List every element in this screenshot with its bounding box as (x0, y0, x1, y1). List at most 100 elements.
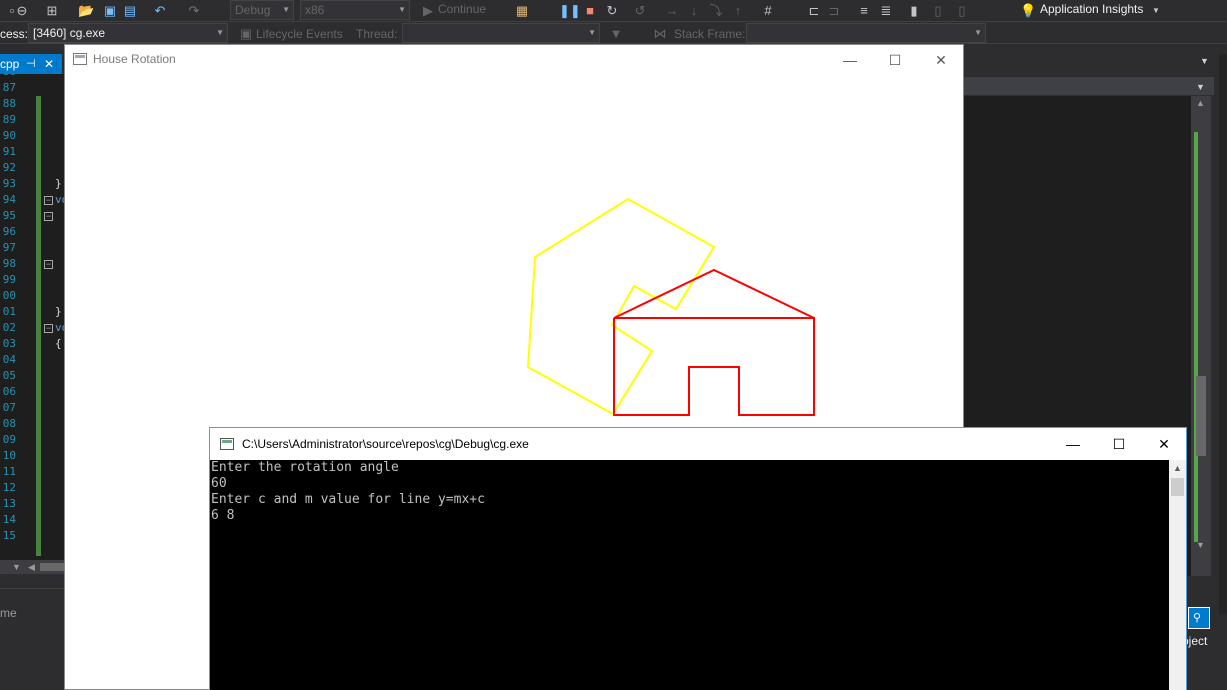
chevron-down-icon[interactable]: ▼ (12, 560, 21, 574)
editor-vertical-scrollbar[interactable]: ▲ ▼ (1191, 96, 1211, 576)
minimize-button[interactable]: — (835, 49, 865, 71)
panel-column-label: me (0, 606, 17, 620)
side-scrollbar[interactable] (1219, 54, 1227, 614)
pin-icon[interactable]: ⊣ (26, 54, 36, 74)
chevron-down-icon: ▼ (588, 28, 596, 37)
scroll-left-icon[interactable]: ◀ (28, 560, 35, 574)
line-number: 02 (2, 321, 16, 334)
redo-icon[interactable]: ↷ (186, 3, 202, 19)
continue-icon[interactable]: ▶ (420, 3, 436, 19)
editor-horizontal-scrollbar[interactable]: ▼ ◀ (0, 560, 64, 574)
navigation-bar[interactable] (964, 77, 1214, 95)
console-output[interactable]: Enter the rotation angle 60 Enter c and … (210, 460, 1169, 690)
chevron-down-icon: ▼ (216, 28, 224, 37)
line-number: 08 (2, 417, 16, 430)
filter-toggle-button[interactable]: ⚲ (1188, 607, 1210, 629)
uncomment-icon[interactable]: ≣ (878, 3, 894, 19)
platform-dropdown[interactable]: x86 ▼ (300, 0, 410, 20)
flag-threads-icon[interactable]: ⋈ (652, 26, 668, 42)
line-number: 90 (2, 129, 16, 142)
collapse-icon[interactable]: − (44, 260, 53, 269)
close-button[interactable]: ✕ (926, 49, 956, 71)
change-marker (1194, 132, 1198, 542)
scroll-thumb[interactable] (1196, 376, 1206, 456)
console-line: Enter the rotation angle (211, 460, 399, 475)
debug-location-bar: cess: [3460] cg.exe ▼ ▣ Lifecycle Events… (0, 22, 1227, 44)
hex-display-icon[interactable]: # (760, 3, 776, 19)
bookmark-icon[interactable]: ▮ (906, 3, 922, 19)
save-icon[interactable]: ▣ (102, 3, 118, 19)
new-project-icon[interactable]: ⊞ (44, 3, 60, 19)
maximize-button[interactable]: ☐ (1096, 432, 1142, 456)
collapse-icon[interactable]: − (44, 324, 53, 333)
code-fragment: { (55, 337, 62, 350)
restart-icon[interactable]: ↻ (604, 3, 620, 19)
app-icon (73, 53, 87, 65)
process-icon[interactable]: ▦ (514, 3, 530, 19)
thread-dropdown[interactable]: ▼ (402, 23, 600, 43)
console-app-icon (220, 438, 234, 450)
threads-icon[interactable]: ⊏ (806, 3, 822, 19)
prev-bookmark-icon[interactable]: ▯ (930, 3, 946, 19)
line-number: 00 (2, 289, 16, 302)
minimize-button[interactable]: — (1050, 432, 1096, 456)
collapse-icon[interactable]: − (44, 212, 53, 221)
save-all-icon[interactable]: ▤ (122, 3, 138, 19)
scroll-up-icon[interactable]: ▲ (1196, 98, 1205, 108)
line-number: 03 (2, 337, 16, 350)
original-house-roof (613, 268, 815, 319)
editor-tab[interactable]: cpp ⊣ ✕ (0, 54, 62, 74)
undo-icon[interactable]: ↶ (152, 3, 168, 19)
step-out-icon[interactable]: ↑ (730, 3, 746, 19)
close-button[interactable]: ✕ (1141, 432, 1187, 456)
chevron-down-icon[interactable]: ▼ (1148, 3, 1164, 19)
show-next-statement-icon[interactable]: → (664, 3, 680, 19)
window-titlebar[interactable]: C:\Users\Administrator\source\repos\cg\D… (210, 428, 1186, 460)
line-number: 88 (2, 97, 16, 110)
stack-icon[interactable]: ⊐ (826, 3, 842, 19)
scroll-thumb[interactable] (1171, 478, 1184, 496)
stop-icon[interactable]: ■ (582, 3, 598, 19)
code-fragment: vo (55, 321, 64, 334)
step-into-icon[interactable]: ↓ (686, 3, 702, 19)
continue-button[interactable]: Continue (438, 0, 486, 18)
forward-icon[interactable]: ⊖ (14, 3, 30, 19)
line-number: 12 (2, 481, 16, 494)
collapse-icon[interactable]: − (44, 196, 53, 205)
step-over-icon[interactable]: ⤵ (708, 3, 724, 19)
open-file-icon[interactable]: 📂 (78, 3, 94, 19)
pause-icon[interactable]: ❚❚ (559, 3, 581, 19)
chevron-down-icon: ▼ (282, 5, 290, 14)
lifecycle-events-button[interactable]: Lifecycle Events (256, 25, 343, 43)
process-dropdown[interactable]: [3460] cg.exe ▼ (28, 23, 228, 43)
line-number: 98 (2, 257, 16, 270)
close-icon[interactable]: ✕ (44, 54, 54, 74)
vs-toolbar: ▫ ⊖ ⊞ 📂 ▣ ▤ ↶ ↷ Debug ▼ x86 ▼ ▶ Continue… (0, 0, 1227, 22)
console-line: 60 (211, 476, 227, 491)
line-number: 14 (2, 513, 16, 526)
app-insights-button[interactable]: Application Insights (1040, 0, 1143, 18)
window-title: House Rotation (93, 52, 176, 66)
code-fragment: } (55, 177, 62, 190)
refresh-icon[interactable]: ↺ (632, 3, 648, 19)
filter-icon[interactable]: ▼ (608, 26, 624, 42)
line-number: 13 (2, 497, 16, 510)
maximize-button[interactable]: ☐ (880, 49, 910, 71)
window-titlebar[interactable]: House Rotation — ☐ ✕ (65, 45, 963, 75)
stack-frame-dropdown[interactable]: ▼ (746, 23, 986, 43)
filter-icon: ⚲ (1193, 612, 1202, 624)
next-bookmark-icon[interactable]: ▯ (954, 3, 970, 19)
line-number: 99 (2, 273, 16, 286)
scroll-up-icon[interactable]: ▲ (1169, 460, 1186, 477)
chevron-down-icon[interactable]: ▼ (1196, 82, 1205, 92)
lightbulb-icon: 💡 (1020, 3, 1037, 18)
scroll-thumb[interactable] (40, 563, 64, 571)
line-number: 93 (2, 177, 16, 190)
scroll-down-icon[interactable]: ▼ (1196, 540, 1205, 550)
console-scrollbar[interactable]: ▲ (1169, 460, 1186, 690)
solution-config-dropdown[interactable]: Debug ▼ (230, 0, 294, 20)
console-window[interactable]: C:\Users\Administrator\source\repos\cg\D… (209, 427, 1187, 690)
comment-icon[interactable]: ≡ (856, 3, 872, 19)
code-editor[interactable]: 8687888990919293949596979899000102030405… (0, 74, 64, 560)
chevron-down-icon[interactable]: ▼ (1200, 56, 1209, 66)
